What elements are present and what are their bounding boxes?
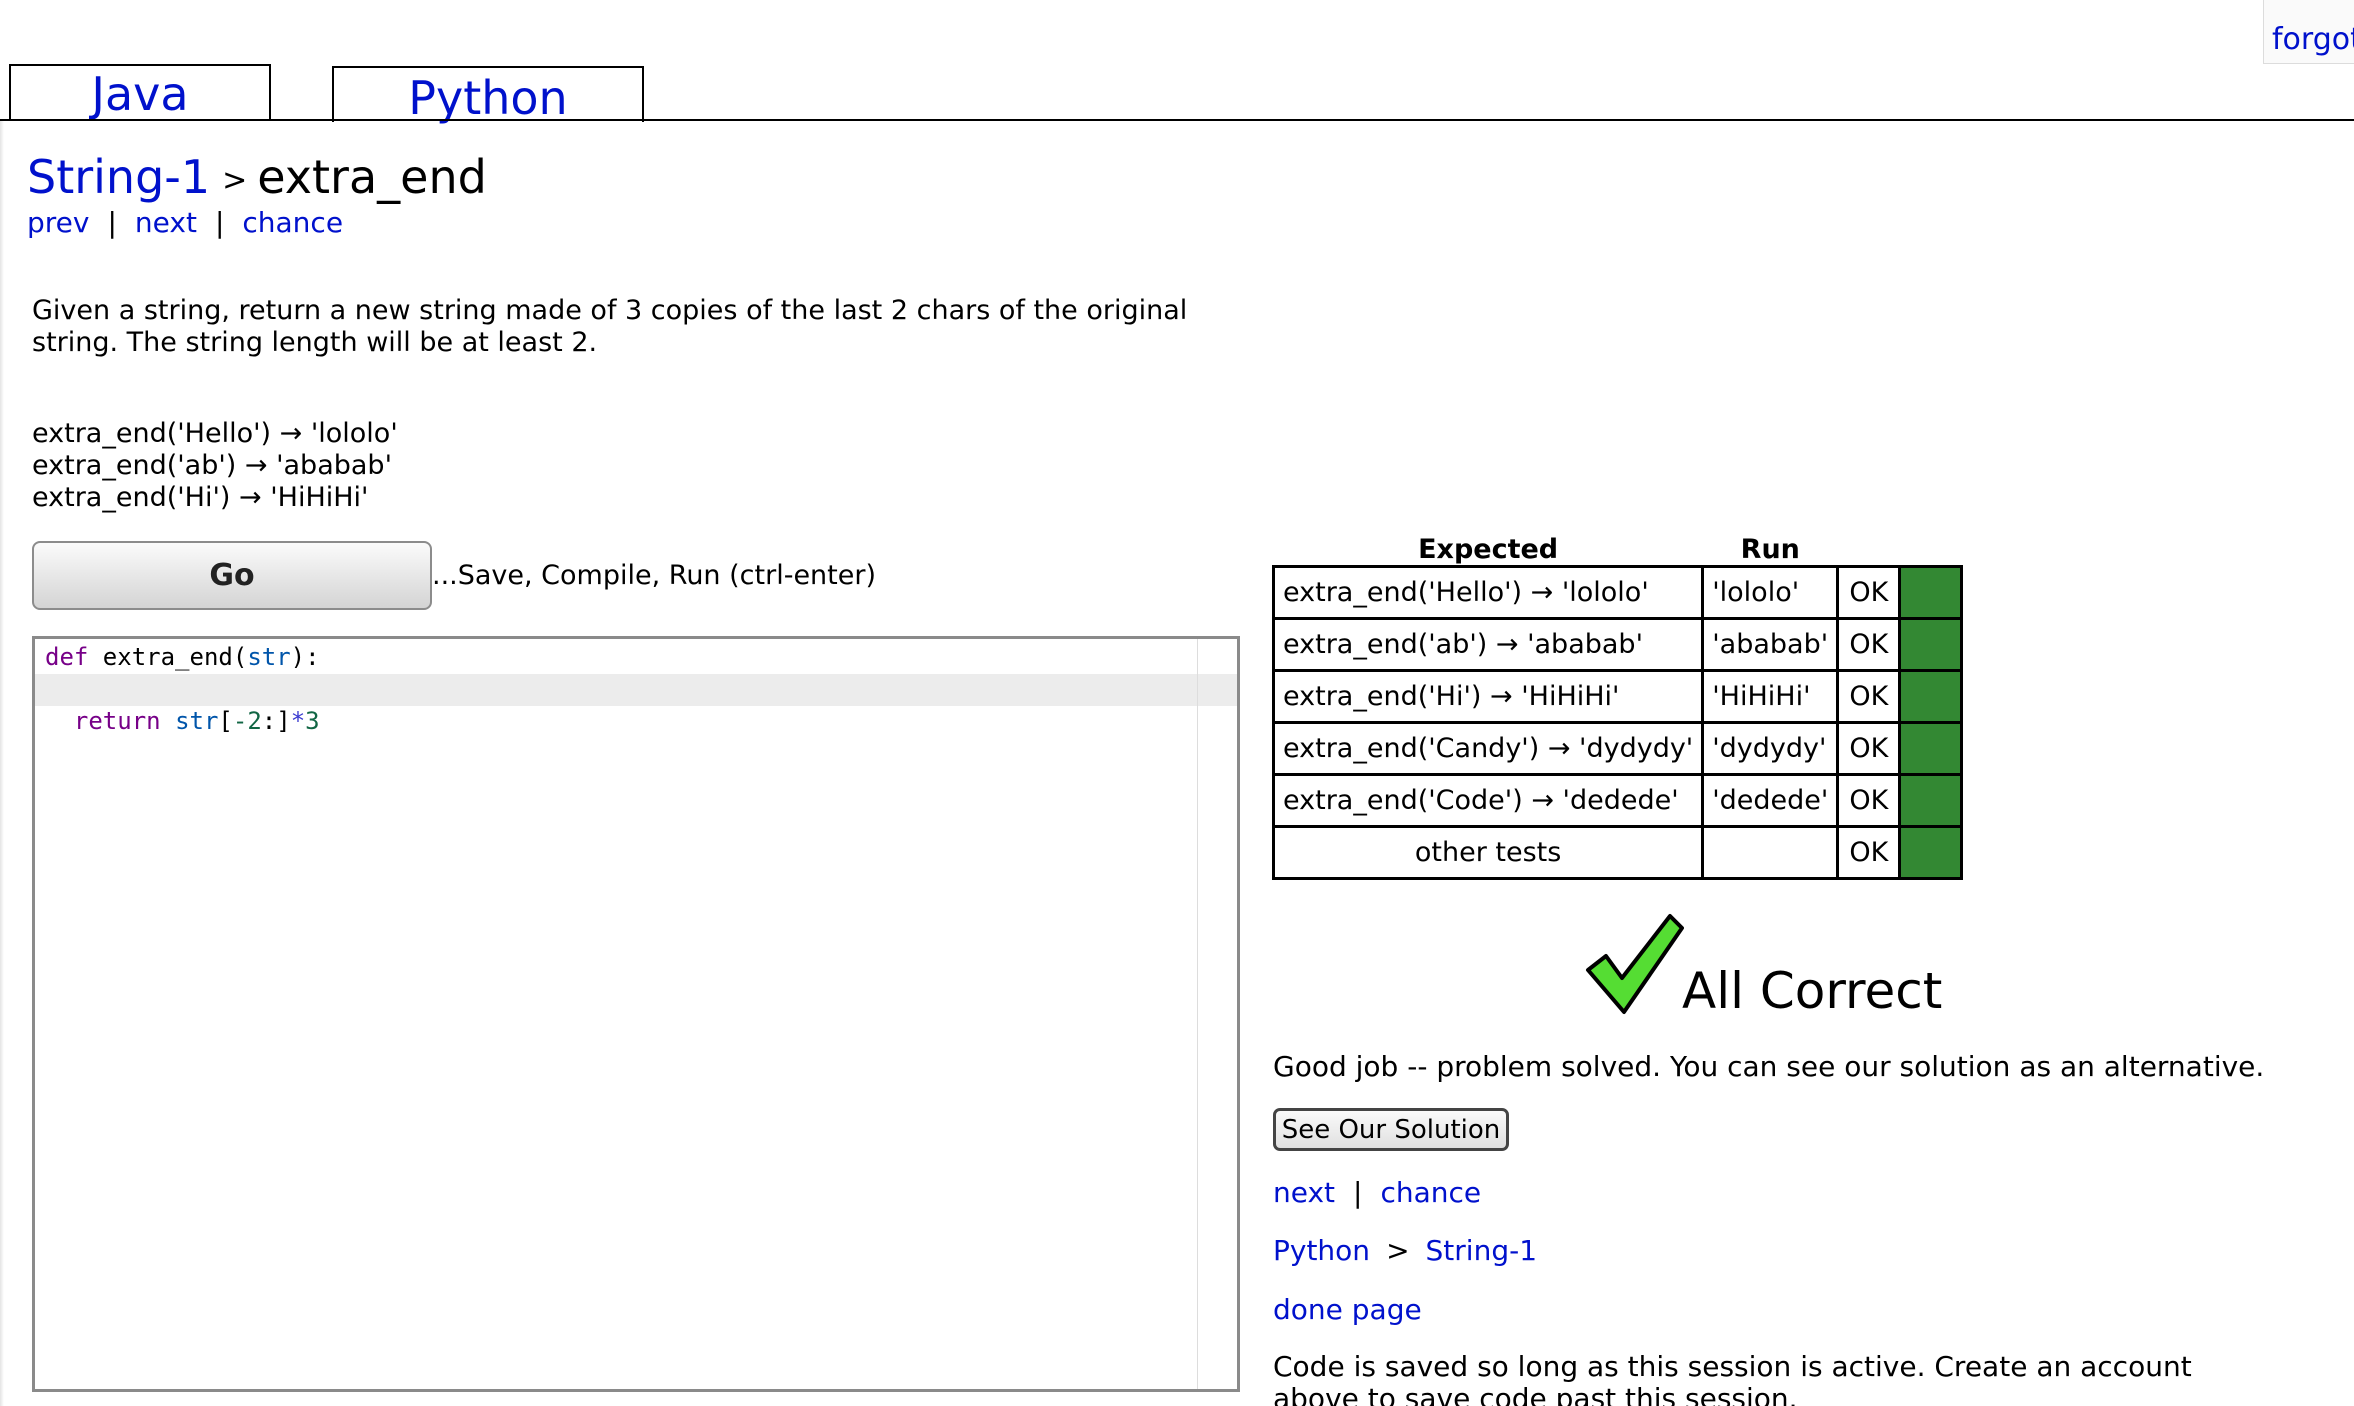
expected-cell: extra_end('Code') → 'dedede': [1271, 772, 1705, 828]
go-button[interactable]: Go: [32, 541, 432, 610]
problem-nav-bottom: next | chance: [1273, 1176, 1481, 1209]
status-cell: OK: [1836, 616, 1902, 672]
breadcrumb-bottom: Python > String-1: [1273, 1234, 1537, 1267]
section-link[interactable]: String-1: [1426, 1234, 1537, 1267]
page-left-border: [0, 121, 4, 1406]
tab-bar-divider: [0, 119, 2354, 121]
pass-indicator: [1898, 564, 1964, 620]
forgot-link[interactable]: forgot: [2263, 0, 2354, 64]
editor-active-line: [35, 674, 1237, 706]
language-link[interactable]: Python: [1273, 1234, 1370, 1267]
table-row: extra_end('Hello') → 'lololo' 'lololo' O…: [1271, 564, 1964, 620]
editor-print-margin: [1197, 639, 1198, 1389]
code-editor[interactable]: def extra_end(str): return str[-2:]*3: [32, 636, 1240, 1392]
go-hint: ...Save, Compile, Run (ctrl-enter): [432, 560, 876, 591]
next-link[interactable]: next: [1273, 1176, 1335, 1209]
tab-java[interactable]: Java: [9, 64, 271, 121]
results-header-row: Expected Run: [1274, 530, 1962, 566]
status-cell: OK: [1836, 824, 1902, 880]
example-line: extra_end('Hello') → 'lololo': [32, 418, 398, 449]
status-cell: OK: [1836, 720, 1902, 776]
done-page-link[interactable]: done page: [1273, 1293, 1422, 1326]
expected-cell: extra_end('Candy') → 'dydydy': [1271, 720, 1705, 776]
run-cell: 'dydydy': [1701, 720, 1840, 776]
tab-python[interactable]: Python: [332, 66, 644, 125]
problem-nav-top: prev | next | chance: [27, 206, 343, 239]
pass-indicator: [1898, 824, 1964, 880]
table-row: extra_end('Candy') → 'dydydy' 'dydydy' O…: [1271, 720, 1964, 776]
status-header: [1838, 530, 1900, 566]
table-row: extra_end('Code') → 'dedede' 'dedede' OK: [1271, 772, 1964, 828]
run-cell: 'HiHiHi': [1701, 668, 1840, 724]
problem-examples: extra_end('Hello') → 'lololo' extra_end(…: [32, 418, 398, 514]
see-solution-button[interactable]: See Our Solution: [1273, 1108, 1509, 1151]
expected-cell: extra_end('ab') → 'ababab': [1271, 616, 1705, 672]
prev-link[interactable]: prev: [27, 206, 89, 239]
run-cell: 'ababab': [1701, 616, 1840, 672]
status-cell: OK: [1836, 564, 1902, 620]
code-line[interactable]: def extra_end(str):: [45, 641, 320, 673]
breadcrumb-section-link[interactable]: String-1: [27, 150, 210, 204]
expected-cell: extra_end('Hi') → 'HiHiHi': [1271, 668, 1705, 724]
table-row: extra_end('Hi') → 'HiHiHi' 'HiHiHi' OK: [1271, 668, 1964, 724]
success-message: Good job -- problem solved. You can see …: [1273, 1050, 2265, 1083]
next-link[interactable]: next: [135, 206, 197, 239]
expected-cell: extra_end('Hello') → 'lololo': [1271, 564, 1705, 620]
status-cell: OK: [1836, 772, 1902, 828]
check-icon: [1586, 914, 1684, 1014]
pass-indicator: [1898, 720, 1964, 776]
chance-link[interactable]: chance: [1380, 1176, 1481, 1209]
expected-cell: other tests: [1271, 824, 1705, 880]
breadcrumb: String-1 > extra_end: [27, 150, 487, 204]
all-correct-title: All Correct: [1682, 962, 1943, 1020]
run-cell: 'dedede': [1701, 772, 1840, 828]
nav-separator: |: [107, 206, 117, 239]
pass-indicator: [1898, 772, 1964, 828]
breadcrumb-separator: >: [1386, 1234, 1410, 1267]
session-save-note: Code is saved so long as this session is…: [1273, 1350, 2192, 1406]
expected-header: Expected: [1418, 533, 1559, 565]
problem-description: Given a string, return a new string made…: [32, 295, 1188, 358]
chance-link[interactable]: chance: [242, 206, 343, 239]
indicator-header: [1900, 530, 1962, 566]
code-line[interactable]: return str[-2:]*3: [45, 705, 320, 737]
pass-indicator: [1898, 616, 1964, 672]
page-title: extra_end: [257, 150, 487, 204]
table-row: extra_end('ab') → 'ababab' 'ababab' OK: [1271, 616, 1964, 672]
example-line: extra_end('ab') → 'ababab': [32, 450, 392, 481]
results-table: Expected Run extra_end('Hello') → 'lolol…: [1271, 530, 1964, 880]
table-row: other tests OK: [1271, 824, 1964, 880]
run-header: Run: [1740, 533, 1800, 565]
run-cell: [1701, 824, 1840, 880]
example-line: extra_end('Hi') → 'HiHiHi': [32, 482, 369, 513]
run-cell: 'lololo': [1701, 564, 1840, 620]
nav-separator: |: [214, 206, 225, 239]
breadcrumb-separator: >: [222, 163, 248, 198]
status-cell: OK: [1836, 668, 1902, 724]
pass-indicator: [1898, 668, 1964, 724]
nav-separator: |: [1353, 1176, 1363, 1209]
